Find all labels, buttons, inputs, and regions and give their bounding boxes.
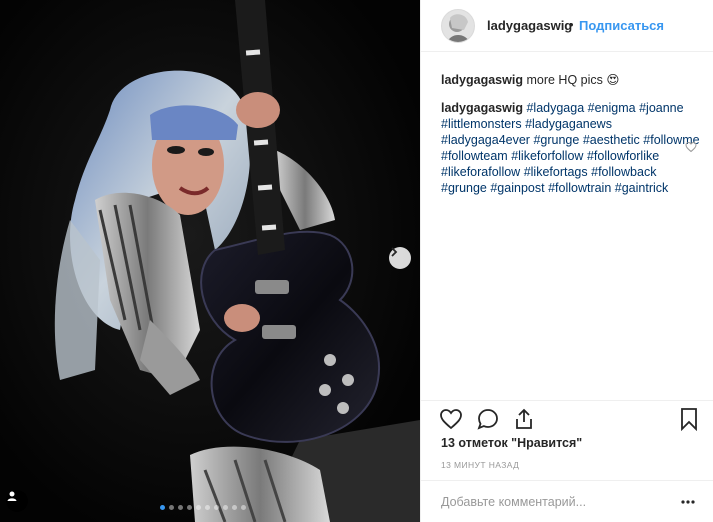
hashtag-link[interactable]: #joanne: [639, 101, 684, 115]
hashtag-link[interactable]: #gainpost: [490, 181, 544, 195]
hashtag-link[interactable]: #enigma: [588, 101, 636, 115]
hashtag-link[interactable]: #followback: [591, 165, 656, 179]
hashtag-link[interactable]: #followtrain: [548, 181, 611, 195]
post-header: ladygagaswig • Подписаться: [421, 0, 713, 52]
follow-button[interactable]: Подписаться: [579, 18, 664, 33]
carousel-dot: [241, 505, 246, 510]
hashtag-link[interactable]: #littlemonsters: [441, 117, 522, 131]
comment-input[interactable]: [441, 493, 671, 511]
more-options-icon[interactable]: [679, 493, 697, 511]
comment-username[interactable]: ladygagaswig: [441, 101, 523, 115]
hashtag-link[interactable]: #gaintrick: [615, 181, 669, 195]
post-author-username[interactable]: ladygagaswig: [487, 18, 572, 33]
carousel-dot: [160, 505, 165, 510]
hashtag-link[interactable]: #likeforfollow: [511, 149, 583, 163]
avatar-image: [442, 10, 474, 42]
avatar[interactable]: [441, 9, 475, 43]
user-icon: [7, 491, 17, 501]
hashtag-link[interactable]: #followteam: [441, 149, 508, 163]
caption-text: more HQ pics 😍: [526, 73, 620, 87]
hashtag-list: #ladygaga #enigma #joanne #littlemonster…: [441, 101, 700, 195]
carousel-dot: [223, 505, 228, 510]
post-timestamp[interactable]: 13 МИНУТ НАЗАД: [441, 460, 519, 470]
caption: ladygagaswig more HQ pics 😍: [441, 72, 701, 88]
comment-like-heart-icon[interactable]: [685, 141, 697, 153]
tagged-users-button[interactable]: [6, 490, 28, 512]
caption-username[interactable]: ladygagaswig: [441, 73, 523, 87]
hashtag-link[interactable]: #aesthetic: [583, 133, 640, 147]
comments-section: ladygagaswig more HQ pics 😍 ladygagaswig…: [441, 72, 701, 196]
carousel-dot: [196, 505, 201, 510]
post-photo[interactable]: [0, 0, 420, 522]
hashtag-link[interactable]: #ladygaga: [526, 101, 584, 115]
hashtag-comment: ladygagaswig #ladygaga #enigma #joanne #…: [441, 100, 701, 196]
share-icon[interactable]: [512, 407, 536, 431]
add-comment-bar: [421, 480, 713, 522]
carousel-indicator: [160, 505, 246, 513]
carousel-dot: [178, 505, 183, 510]
post-actions-bar: [421, 400, 713, 435]
carousel-dot: [169, 505, 174, 510]
carousel-dot: [205, 505, 210, 510]
hashtag-link[interactable]: #likeforafollow: [441, 165, 520, 179]
hashtag-link[interactable]: #ladygaganews: [525, 117, 612, 131]
comment-icon[interactable]: [476, 407, 500, 431]
heart-icon[interactable]: [439, 407, 463, 431]
concert-photo-illustration: [0, 0, 420, 522]
hashtag-link[interactable]: #likefortags: [524, 165, 588, 179]
carousel-dot: [187, 505, 192, 510]
hashtag-link[interactable]: #grunge: [441, 181, 487, 195]
instagram-post-modal: ladygagaswig • Подписаться ladygagaswig …: [0, 0, 713, 522]
hashtag-link[interactable]: #grunge: [533, 133, 579, 147]
likes-count[interactable]: 13 отметок "Нравится": [441, 436, 582, 450]
carousel-dot: [232, 505, 237, 510]
next-photo-button[interactable]: [389, 247, 411, 269]
post-side-panel: ladygagaswig • Подписаться ladygagaswig …: [420, 0, 713, 522]
header-separator: •: [569, 17, 574, 32]
carousel-dot: [214, 505, 219, 510]
hashtag-link[interactable]: #ladygaga4ever: [441, 133, 530, 147]
hashtag-link[interactable]: #followforlike: [587, 149, 659, 163]
chevron-right-icon: [391, 247, 398, 257]
bookmark-icon[interactable]: [677, 407, 701, 431]
